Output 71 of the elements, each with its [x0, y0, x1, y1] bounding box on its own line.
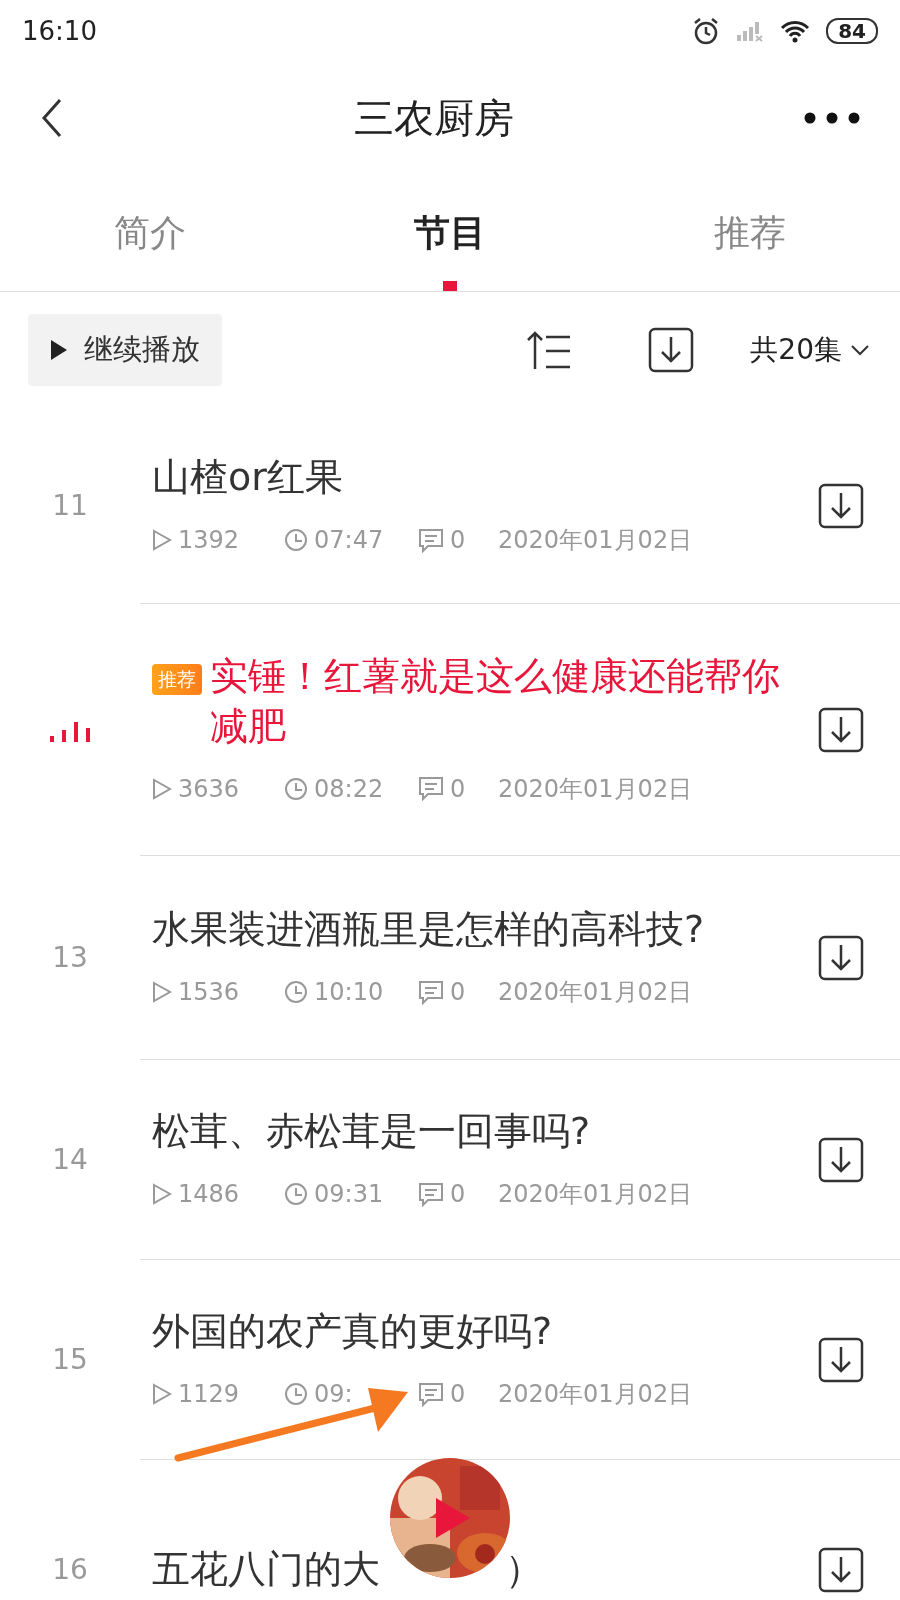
download-icon[interactable] [818, 1546, 864, 1593]
status-time: 16:10 [22, 14, 97, 48]
tab[interactable]: 节目 [300, 174, 600, 291]
duration: 08:22 [314, 773, 384, 805]
episode-number: 15 [52, 1342, 88, 1378]
publish-date: 2020年01月02日 [498, 1179, 693, 1211]
download-icon[interactable] [818, 482, 864, 529]
publish-date: 2020年01月02日 [498, 773, 693, 805]
duration: 07:47 [314, 525, 384, 557]
play-count: 1536 [178, 977, 240, 1009]
episode-number: 14 [52, 1142, 88, 1178]
comment-icon [418, 527, 444, 553]
play-icon [50, 339, 68, 361]
episode-title[interactable]: 水果装进酒瓶里是怎样的高科技? [152, 904, 705, 955]
clock-icon [284, 776, 308, 801]
publish-date: 2020年01月02日 [498, 977, 693, 1009]
comment-count: 0 [450, 525, 466, 557]
comment-count: 0 [450, 1179, 466, 1211]
duration: 10:10 [314, 977, 384, 1009]
clock-icon [284, 1182, 308, 1207]
play-count-icon [152, 529, 172, 552]
play-count: 1392 [178, 525, 240, 557]
episode-number: 11 [52, 488, 88, 524]
page-title: 三农厨房 [354, 94, 514, 143]
episode-title[interactable]: 松茸、赤松茸是一回事吗? [152, 1106, 591, 1157]
duration: 09: [314, 1379, 353, 1411]
play-count: 1129 [178, 1379, 240, 1411]
comment-count: 0 [450, 773, 466, 805]
publish-date: 2020年01月02日 [498, 1379, 693, 1411]
clock-icon [284, 1382, 308, 1407]
episode-title[interactable]: ） [505, 1544, 543, 1595]
clock-icon [284, 980, 308, 1005]
tab[interactable]: 简介 [0, 174, 300, 291]
more-icon[interactable] [804, 112, 860, 124]
play-count-icon [152, 1183, 172, 1206]
episode-title[interactable]: 五花八门的大 [152, 1544, 380, 1595]
play-count: 3636 [178, 773, 240, 805]
download-icon[interactable] [818, 1336, 864, 1383]
play-count: 1486 [178, 1179, 240, 1211]
tab[interactable]: 推荐 [600, 174, 900, 291]
wifi-icon [780, 19, 811, 43]
continue-play-button[interactable]: 继续播放 [28, 314, 222, 386]
play-count-icon [152, 777, 172, 800]
download-icon[interactable] [818, 706, 864, 753]
episode-count-dropdown[interactable]: 共20集 [750, 329, 870, 371]
clock-icon [284, 528, 308, 553]
comment-count: 0 [450, 977, 466, 1009]
comment-icon [418, 1181, 444, 1207]
download-icon[interactable] [818, 934, 864, 981]
comment-icon [418, 1381, 444, 1407]
chevron-down-icon [850, 344, 870, 356]
download-icon[interactable] [818, 1136, 864, 1183]
signal-icon [736, 19, 765, 43]
battery-indicator: 84 [826, 18, 878, 44]
back-icon[interactable] [40, 98, 64, 138]
publish-date: 2020年01月02日 [498, 525, 693, 557]
play-count-icon [152, 981, 172, 1004]
comment-icon [418, 776, 444, 802]
download-all-icon[interactable] [648, 327, 695, 373]
episode-title[interactable]: 山楂or红果 [152, 452, 343, 503]
comment-count: 0 [450, 1379, 466, 1411]
episode-number: 13 [52, 940, 88, 976]
episode-title[interactable]: 实锤！红薯就是这么健康还能帮你减肥 [210, 652, 812, 751]
play-count-icon [152, 1383, 172, 1406]
comment-icon [418, 979, 444, 1005]
episode-title[interactable]: 外国的农产真的更好吗? [152, 1306, 553, 1357]
episode-number: 16 [52, 1552, 88, 1588]
sort-icon[interactable] [526, 329, 573, 371]
duration: 09:31 [314, 1179, 384, 1211]
recommend-badge: 推荐 [152, 664, 202, 695]
play-icon[interactable] [434, 1496, 472, 1540]
